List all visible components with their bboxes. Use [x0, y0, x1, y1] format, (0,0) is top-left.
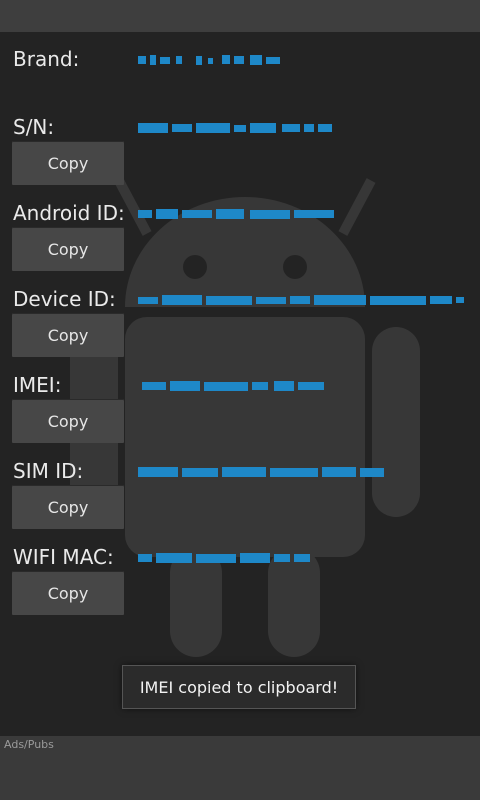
android-id-value-redacted	[138, 209, 334, 219]
wifi-mac-value-redacted	[138, 553, 310, 563]
android-id-label: Android ID:	[13, 201, 125, 225]
device-id-label: Device ID:	[13, 287, 116, 311]
copy-sn-button[interactable]: Copy	[12, 141, 124, 185]
clipboard-toast: IMEI copied to clipboard!	[122, 665, 356, 709]
device-id-value-redacted	[138, 295, 464, 305]
ad-banner[interactable]: Ads/Pubs	[0, 736, 480, 800]
ads-label: Ads/Pubs	[4, 738, 54, 751]
sim-id-label: SIM ID:	[13, 459, 84, 483]
sim-id-value-redacted	[138, 467, 384, 477]
brand-label: Brand:	[13, 47, 80, 71]
imei-label: IMEI:	[13, 373, 62, 397]
copy-android-id-button[interactable]: Copy	[12, 227, 124, 271]
copy-device-id-button[interactable]: Copy	[12, 313, 124, 357]
sn-label: S/N:	[13, 115, 55, 139]
brand-value-redacted	[138, 55, 280, 65]
status-bar	[0, 0, 480, 32]
copy-wifi-mac-button[interactable]: Copy	[12, 571, 124, 615]
copy-sim-id-button[interactable]: Copy	[12, 485, 124, 529]
sn-value-redacted	[138, 123, 332, 133]
imei-value-redacted	[142, 381, 324, 391]
copy-imei-button[interactable]: Copy	[12, 399, 124, 443]
wifi-mac-label: WIFI MAC:	[13, 545, 114, 569]
